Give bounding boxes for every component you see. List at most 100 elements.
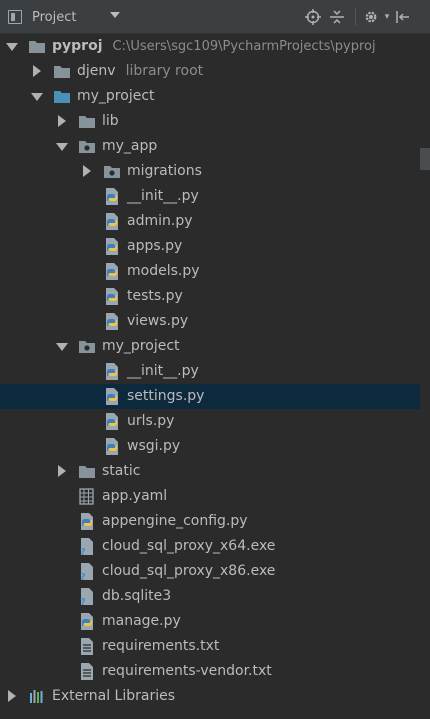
tree-item-label: requirements-vendor.txt: [102, 663, 272, 679]
tree-item-label: requirements.txt: [102, 638, 220, 654]
unknown-file-icon: [78, 563, 96, 580]
tree-item-label: urls.py: [127, 413, 175, 429]
python-file-icon: [78, 513, 96, 530]
tree-row-file[interactable]: manage.py: [0, 609, 420, 634]
tree-item-label: tests.py: [127, 288, 183, 304]
vertical-scrollbar[interactable]: [420, 34, 430, 719]
tree-item-label: __init__.py: [127, 363, 199, 379]
expanded-arrow-icon[interactable]: [5, 40, 18, 52]
tree-row-file[interactable]: app.yaml: [0, 484, 420, 509]
tree-row-file[interactable]: __init__.py: [0, 184, 420, 209]
tree-row-file[interactable]: apps.py: [0, 234, 420, 259]
hide-panel-icon[interactable]: [394, 8, 412, 26]
tree-row-file[interactable]: wsgi.py: [0, 434, 420, 459]
project-toolbar: Project ▾: [0, 0, 430, 34]
tree-item-label: __init__.py: [127, 188, 199, 204]
tree-row-file[interactable]: tests.py: [0, 284, 420, 309]
tree-row-file[interactable]: requirements.txt: [0, 634, 420, 659]
view-label: Project: [32, 9, 77, 25]
dropdown-caret-icon[interactable]: [110, 12, 120, 18]
package-folder-icon: [78, 338, 96, 355]
unknown-file-icon: [78, 588, 96, 605]
collapsed-arrow-icon[interactable]: [55, 465, 67, 477]
collapse-all-icon[interactable]: [328, 8, 346, 26]
tree-row-file[interactable]: models.py: [0, 259, 420, 284]
folder-icon: [28, 38, 46, 55]
tree-item-label: my_app: [102, 138, 158, 154]
tree-item-label: static: [102, 463, 141, 479]
python-file-icon: [103, 288, 121, 305]
tree-item-label: External Libraries: [52, 688, 175, 704]
python-file-icon: [103, 213, 121, 230]
folder-icon: [78, 463, 96, 480]
tree-item-label: migrations: [127, 163, 202, 179]
expanded-arrow-icon[interactable]: [55, 340, 68, 352]
collapsed-arrow-icon[interactable]: [55, 115, 67, 127]
python-file-icon: [103, 313, 121, 330]
tree-row-static[interactable]: static: [0, 459, 420, 484]
tree-item-label: models.py: [127, 263, 200, 279]
tree-row-file[interactable]: cloud_sql_proxy_x64.exe: [0, 534, 420, 559]
tree-row-lib[interactable]: lib: [0, 109, 420, 134]
toolbar-divider: [355, 8, 356, 26]
tree-row-external-libraries[interactable]: External Libraries: [0, 684, 420, 709]
tree-item-label: djenv library root: [77, 62, 203, 81]
collapsed-arrow-icon[interactable]: [30, 65, 42, 77]
tree-item-label: db.sqlite3: [102, 588, 172, 604]
tree-item-label: views.py: [127, 313, 189, 329]
tree-row-file[interactable]: db.sqlite3: [0, 584, 420, 609]
project-view-icon: [8, 10, 22, 24]
tree-row-file-selected[interactable]: settings.py: [0, 384, 420, 409]
python-file-icon: [103, 188, 121, 205]
collapsed-arrow-icon[interactable]: [5, 690, 17, 702]
tree-row-file[interactable]: admin.py: [0, 209, 420, 234]
tree-row-root[interactable]: pyproj C:\Users\sgc109\PycharmProjects\py…: [0, 34, 420, 59]
tree-row-djenv[interactable]: djenv library root: [0, 59, 420, 84]
tree-row-file[interactable]: cloud_sql_proxy_x86.exe: [0, 559, 420, 584]
view-selector[interactable]: Project: [8, 7, 76, 27]
root-name: pyproj: [52, 38, 103, 54]
tree-item-label: cloud_sql_proxy_x64.exe: [102, 538, 276, 554]
tree-item-label: appengine_config.py: [102, 513, 248, 529]
tree-item-label: apps.py: [127, 238, 183, 254]
tree-row-file[interactable]: appengine_config.py: [0, 509, 420, 534]
expanded-arrow-icon[interactable]: [55, 140, 68, 152]
tree-row-file[interactable]: views.py: [0, 309, 420, 334]
tree-item-label: lib: [102, 113, 119, 129]
tree-item-label: settings.py: [127, 388, 205, 404]
folder-icon: [53, 63, 71, 80]
python-file-icon: [78, 613, 96, 630]
library-root-hint: library root: [125, 63, 204, 79]
tree-row-my-project-package[interactable]: my_project: [0, 334, 420, 359]
tree-item-label: app.yaml: [102, 488, 168, 504]
scrollbar-thumb[interactable]: [420, 148, 430, 170]
tree-item-label: pyproj C:\Users\sgc109\PycharmProjects\py…: [52, 37, 376, 56]
expanded-arrow-icon[interactable]: [30, 90, 43, 102]
collapsed-arrow-icon[interactable]: [80, 165, 92, 177]
package-folder-icon: [78, 138, 96, 155]
root-path: C:\Users\sgc109\PycharmProjects\pyproj: [112, 39, 376, 54]
module-folder-icon: [53, 88, 71, 105]
tree-row-migrations[interactable]: migrations: [0, 159, 420, 184]
djenv-name: djenv: [77, 63, 116, 79]
locate-target-icon[interactable]: [304, 8, 322, 26]
libraries-icon: [28, 688, 46, 705]
tree-row-file[interactable]: urls.py: [0, 409, 420, 434]
python-file-icon: [103, 388, 121, 405]
python-file-icon: [103, 263, 121, 280]
yaml-file-icon: [78, 488, 96, 505]
python-file-icon: [103, 363, 121, 380]
tree-row-file[interactable]: __init__.py: [0, 359, 420, 384]
tree-row-file[interactable]: requirements-vendor.txt: [0, 659, 420, 684]
tree-item-label: cloud_sql_proxy_x86.exe: [102, 563, 276, 579]
tree-item-label: my_project: [77, 88, 155, 104]
tree-item-label: admin.py: [127, 213, 193, 229]
text-file-icon: [78, 638, 96, 655]
folder-icon: [78, 113, 96, 130]
python-file-icon: [103, 413, 121, 430]
unknown-file-icon: [78, 538, 96, 555]
package-folder-icon: [103, 163, 121, 180]
text-file-icon: [78, 663, 96, 680]
tree-row-my-project[interactable]: my_project: [0, 84, 420, 109]
tree-row-my-app[interactable]: my_app: [0, 134, 420, 159]
